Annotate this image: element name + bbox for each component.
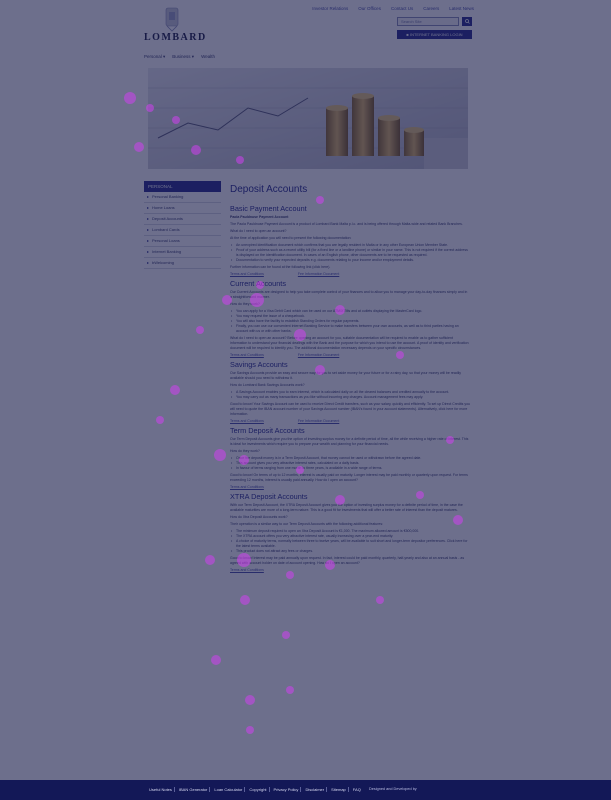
footer-links: Useful Notes IBAN Generator Loan Calcula… [147, 787, 363, 792]
top-link-latest-news[interactable]: Latest News [449, 6, 474, 11]
top-link-contact-us[interactable]: Contact Us [391, 6, 413, 11]
paragraph: Good to know! Interest may be paid annua… [230, 556, 465, 565]
terms-link[interactable]: Terms and Conditions [230, 419, 264, 423]
bullet-list: An unexpired identification document whi… [230, 243, 470, 263]
lombard-emblem-icon [165, 7, 179, 32]
document-links: Terms and Conditions Fee Information Doc… [230, 272, 470, 276]
footer-link-sitemap[interactable]: Sitemap [329, 787, 349, 792]
section-heading-xtra-deposit: XTRA Deposit Accounts [230, 492, 308, 501]
terms-link[interactable]: Terms and Conditions [230, 568, 264, 572]
top-link-our-offices[interactable]: Our Offices [358, 6, 381, 11]
nav-item-business[interactable]: Business ▾ [172, 54, 194, 60]
paragraph: With our Term Deposit Account, the XTRA … [230, 503, 463, 512]
section-heading-savings: Savings Accounts [230, 360, 288, 369]
paragraph: How do Lombard Bank Savings Accounts wor… [230, 383, 305, 387]
footer-link-copyright[interactable]: Copyright [247, 787, 270, 792]
section-subheading: Paola Pauldnuse Payment Account [230, 215, 289, 219]
paragraph: Good to know! On terms of up to 12 month… [230, 473, 468, 482]
search-button[interactable] [462, 17, 472, 26]
list-item: In favour of terms ranging from one mont… [231, 466, 470, 471]
terms-link[interactable]: Terms and Conditions [230, 485, 264, 489]
sidebar-item-internet-banking[interactable]: Internet Banking [144, 247, 221, 258]
sidebar-item-deposit-accounts[interactable]: Deposit Accounts [144, 214, 221, 225]
lock-icon: ■ [406, 32, 409, 37]
sidebar-item-lombard-cards[interactable]: Lombard Cards [144, 225, 221, 236]
page-title: Deposit Accounts [230, 184, 308, 195]
document-links: Terms and Conditions Fee Information Doc… [230, 419, 470, 423]
section-heading-term-deposit: Term Deposit Accounts [230, 426, 305, 435]
list-item: Proof of your address such as a recent u… [231, 248, 470, 258]
footer-link-privacy-policy[interactable]: Privacy Policy [272, 787, 302, 792]
footer-link-iban-generator[interactable]: IBAN Generator [177, 787, 211, 792]
bullet-list: You can apply for a Visa Debit Card whic… [230, 309, 470, 334]
bullet-list: A Savings Account enables you to earn in… [230, 390, 470, 400]
top-link-investor-relations[interactable]: Investor Relations [312, 6, 348, 11]
sidebar-item-personal-banking[interactable]: Personal Banking [144, 192, 221, 203]
nav-item-personal[interactable]: Personal ▾ [144, 54, 165, 60]
footer-credit: Designed and Developed by [369, 787, 417, 791]
document-links: Terms and Conditions [230, 568, 470, 572]
list-item: A choice of maturity terms, normally bet… [231, 539, 470, 549]
paragraph: The Paola Pauldnuse Payment Account is a… [230, 222, 463, 226]
sidebar-item-home-loans[interactable]: Home Loans [144, 203, 221, 214]
logo[interactable]: LOMBARD [144, 32, 207, 43]
list-item: Finally, you can use our convenient Inte… [231, 324, 470, 334]
paragraph: How do they work? [230, 302, 260, 306]
hero-banner-image [148, 68, 468, 169]
footer-link-faq[interactable]: FAQ [351, 787, 363, 792]
search-icon [464, 19, 470, 24]
paragraph: How do they work? [230, 449, 260, 453]
list-item: You may carry out as many transactions a… [231, 395, 470, 400]
paragraph: Further information can be found at the … [230, 265, 331, 269]
sidebar-item-personal-loans[interactable]: Personal Loans [144, 236, 221, 247]
paragraph: Our Current Accounts are designed to hel… [230, 290, 468, 299]
sidebar: PERSONAL Personal Banking Home Loans Dep… [144, 181, 221, 269]
section-heading-basic-payment: Basic Payment Account [230, 204, 307, 213]
internet-banking-label: INTERNET BANKING LOGIN [409, 32, 463, 37]
footer: Useful Notes IBAN Generator Loan Calcula… [0, 780, 611, 800]
main-content: Deposit Accounts Basic Payment Account P… [230, 184, 470, 575]
sidebar-item-bwelcoming[interactable]: bWelcoming [144, 258, 221, 269]
fee-info-link[interactable]: Fee Information Document [298, 419, 339, 423]
paragraph: Their operation is a similar way to our … [230, 522, 384, 526]
nav-item-wealth[interactable]: Wealth [201, 54, 215, 60]
paragraph: Our Term Deposit Accounts give you the o… [230, 437, 469, 446]
main-nav: Personal ▾ Business ▾ Wealth [144, 54, 215, 60]
search-input[interactable]: Search Site [397, 17, 459, 26]
bullet-list: Once the deposit money is in a Term Depo… [230, 456, 470, 471]
paragraph: Good to know! Your Savings Account can b… [230, 402, 470, 416]
list-item: Documentation to verify your expected de… [231, 258, 470, 263]
footer-link-loan-calculator[interactable]: Loan Calculator [212, 787, 246, 792]
footer-link-useful-notes[interactable]: Useful Notes [147, 787, 175, 792]
paragraph: What do I need to open an account? [230, 229, 287, 233]
internet-banking-login-button[interactable]: ■ INTERNET BANKING LOGIN [397, 30, 472, 39]
document-links: Terms and Conditions Fee Information Doc… [230, 353, 470, 357]
list-item: This product does not attract any fees o… [231, 549, 470, 554]
paragraph: What do I need to open an account? Befor… [230, 336, 469, 350]
terms-link[interactable]: Terms and Conditions [230, 353, 264, 357]
bullet-list: The minimum deposit required to open an … [230, 529, 470, 554]
document-links: Terms and Conditions [230, 485, 470, 489]
paragraph: At the time of application you will need… [230, 236, 352, 240]
terms-link[interactable]: Terms and Conditions [230, 272, 264, 276]
paragraph: Our Savings Accounts provide an easy and… [230, 371, 462, 380]
page: LOMBARD Investor Relations Our Offices C… [0, 0, 611, 800]
section-heading-current: Current Accounts [230, 279, 286, 288]
top-links: Investor Relations Our Offices Contact U… [312, 6, 474, 11]
footer-link-disclaimer[interactable]: Disclaimer [303, 787, 328, 792]
coins-illustration [148, 68, 468, 169]
fee-info-link[interactable]: Fee Information Document [298, 272, 339, 276]
fee-info-link[interactable]: Fee Information Document [298, 353, 339, 357]
sidebar-heading: PERSONAL [144, 181, 221, 192]
top-link-careers[interactable]: Careers [423, 6, 439, 11]
paragraph: How do Xtra Deposit Accounts work? [230, 515, 288, 519]
